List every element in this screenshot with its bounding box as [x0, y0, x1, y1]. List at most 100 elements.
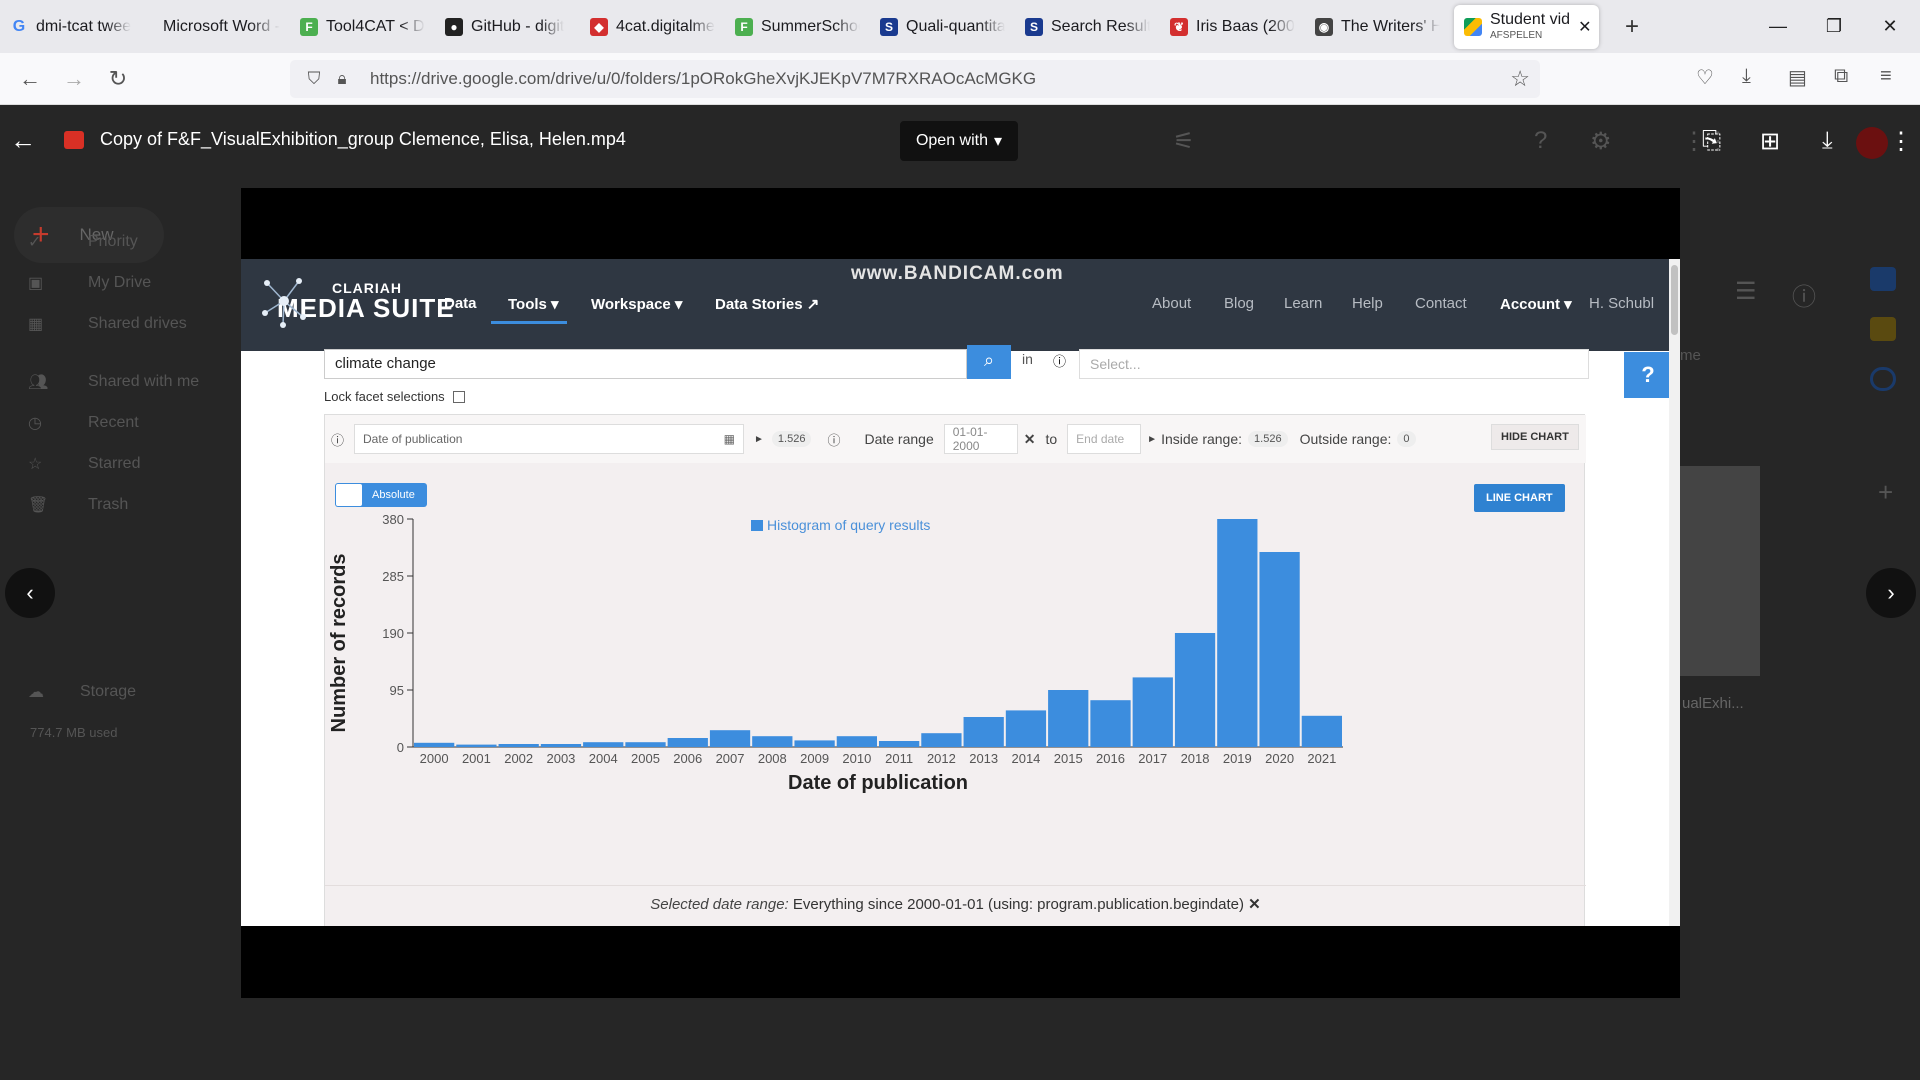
browser-tab[interactable]: F SummerSchoo: [725, 5, 870, 49]
x-tick-label: 2003: [546, 751, 575, 766]
open-with-button[interactable]: Open with ▾: [900, 121, 1018, 161]
x-tick-label: 2014: [1011, 751, 1040, 766]
absolute-toggle: Absolute: [335, 483, 427, 507]
sidebar-item-label: Priority: [88, 233, 138, 250]
back-arrow-icon[interactable]: ←: [8, 66, 52, 92]
browser-tab[interactable]: ◆ 4cat.digitalme: [580, 5, 725, 49]
close-tab-icon[interactable]: ✕: [1578, 17, 1591, 37]
add-to-drive-icon[interactable]: ⎘: [1702, 127, 1721, 155]
filter-icon: ⚟: [1173, 128, 1195, 155]
fiverr-icon: F: [300, 17, 318, 36]
next-file-button[interactable]: ›: [1866, 568, 1916, 618]
date-field-label: Date of publication: [363, 432, 463, 446]
reader-icon[interactable]: ▤: [1788, 65, 1807, 90]
minimize-button[interactable]: —: [1750, 16, 1806, 37]
my-drive-icon: ▣: [28, 275, 44, 292]
media-suite-navbar: CLARIAH MEDIA SUITE Data Tools ▾ Workspa…: [241, 259, 1680, 351]
menu-icon[interactable]: ≡: [1880, 65, 1892, 88]
info-icon: ⓘ: [331, 432, 345, 448]
histogram-bar: [498, 744, 539, 747]
y-tick-label: 0: [397, 740, 404, 755]
browser-tab[interactable]: Gdmi-tcat twee: [0, 5, 145, 49]
google-icon: G: [12, 17, 26, 35]
chevron-right-icon: ›: [1887, 580, 1895, 605]
active-nav-underline: [491, 321, 567, 324]
browser-tab[interactable]: Microsoft Word - 4: [145, 5, 290, 49]
legend-label: Histogram of query results: [767, 517, 930, 533]
avatar[interactable]: [1856, 127, 1888, 159]
browser-tab[interactable]: ◉ The Writers' H: [1305, 5, 1450, 49]
sidebar-item: 👥︎ Shared with me: [28, 372, 199, 392]
close-window-button[interactable]: ✕: [1862, 16, 1918, 37]
histogram-bar: [667, 738, 708, 747]
download-icon[interactable]: ⤓: [1822, 127, 1833, 155]
google-drive-icon: [1464, 17, 1482, 36]
sidebar-item-label: Shared with me: [88, 373, 200, 390]
x-tick-label: 2004: [589, 751, 618, 766]
browser-tab[interactable]: ❦ Iris Baas (2001: [1160, 5, 1305, 49]
browser-tab-label: GitHub - digit: [471, 17, 565, 35]
sidebar-item-label: Recent: [88, 414, 139, 431]
y-tick-label: 285: [382, 569, 404, 584]
extension-icon[interactable]: ⧉: [1834, 65, 1848, 88]
pocket-icon[interactable]: ♡: [1696, 65, 1714, 90]
bookmark-star-icon[interactable]: ☆: [1510, 66, 1530, 92]
browser-tab[interactable]: S Quali-quantita: [870, 5, 1015, 49]
x-tick-label: 2018: [1181, 751, 1210, 766]
lock-facet-row: Lock facet selections: [324, 389, 465, 404]
sidebar-item-label: Shared drives: [88, 315, 187, 332]
browser-tab[interactable]: S Search Results: [1015, 5, 1160, 49]
downloads-icon[interactable]: ⤓: [1742, 65, 1751, 88]
x-tick-label: 2013: [969, 751, 998, 766]
settings-icon: ⚙: [1590, 128, 1612, 155]
browser-tab[interactable]: F Tool4CAT < Dr: [290, 5, 435, 49]
sidebar-item: ☆ Starred: [28, 454, 140, 474]
open-with-label: Open with: [915, 132, 988, 149]
x-tick-label: 2009: [800, 751, 829, 766]
forward-arrow-icon[interactable]: →: [52, 66, 96, 92]
shield-icon[interactable]: ⛉: [300, 69, 328, 89]
divider: [325, 885, 1586, 886]
date-range-label: Date range: [864, 431, 934, 447]
restore-button[interactable]: ❐: [1806, 16, 1862, 37]
histogram-bar: [709, 730, 751, 747]
x-tick-label: 2005: [631, 751, 660, 766]
storage-item: ☁ Storage: [28, 682, 136, 702]
clear-range-icon: ✕: [1248, 896, 1261, 913]
reload-icon[interactable]: ↻: [96, 66, 140, 92]
x-tick-label: 2016: [1096, 751, 1125, 766]
nav-tools: Tools ▾: [508, 296, 559, 313]
sidebar-item: ◷ Recent: [28, 413, 139, 433]
browser-tab-label: 4cat.digitalme: [616, 17, 715, 35]
histogram-bar: [1174, 633, 1216, 747]
arrow-icon: ►: [754, 433, 764, 445]
clear-start-icon: ✕: [1023, 430, 1036, 447]
x-tick-label: 2001: [462, 751, 491, 766]
video-player[interactable]: CLARIAH MEDIA SUITE Data Tools ▾ Workspa…: [241, 188, 1680, 998]
nav-learn: Learn: [1284, 295, 1323, 312]
video-frame: CLARIAH MEDIA SUITE Data Tools ▾ Workspa…: [241, 259, 1680, 926]
scrollbar-thumb: [1671, 265, 1678, 335]
back-arrow-icon[interactable]: ←: [10, 125, 36, 156]
browser-tab-label: Microsoft Word - 4: [163, 17, 280, 35]
add-comment-icon[interactable]: ⊞: [1760, 127, 1780, 156]
browser-tab-label: SummerSchoo: [761, 17, 860, 35]
lock-icon[interactable]: 🔒︎: [328, 69, 356, 89]
histogram-bar: [414, 742, 455, 747]
browser-tab-label: Tool4CAT < Dr: [326, 17, 425, 35]
nav-about: About: [1152, 295, 1192, 312]
new-tab-button[interactable]: +: [1617, 13, 1647, 41]
address-bar[interactable]: ⛉ 🔒︎ https://drive.google.com/drive/u/0/…: [290, 60, 1540, 98]
more-vert-icon[interactable]: ⋮: [1889, 127, 1913, 156]
collection-select: Select...: [1079, 349, 1589, 379]
x-tick-label: 2002: [504, 751, 533, 766]
histogram-bar: [540, 744, 582, 747]
in-label: in: [1022, 351, 1033, 367]
tab-active[interactable]: Student vid AFSPELEN ✕: [1454, 4, 1599, 49]
url-text[interactable]: https://drive.google.com/drive/u/0/folde…: [370, 69, 1036, 89]
shared-with-me-icon: 👥︎: [28, 374, 49, 391]
selected-range-value: Everything since 2000-01-01 (using: prog…: [792, 896, 1244, 913]
previous-file-button[interactable]: ‹: [5, 568, 55, 618]
x-tick-label: 2017: [1138, 751, 1167, 766]
browser-tab[interactable]: ● GitHub - digit: [435, 5, 580, 49]
